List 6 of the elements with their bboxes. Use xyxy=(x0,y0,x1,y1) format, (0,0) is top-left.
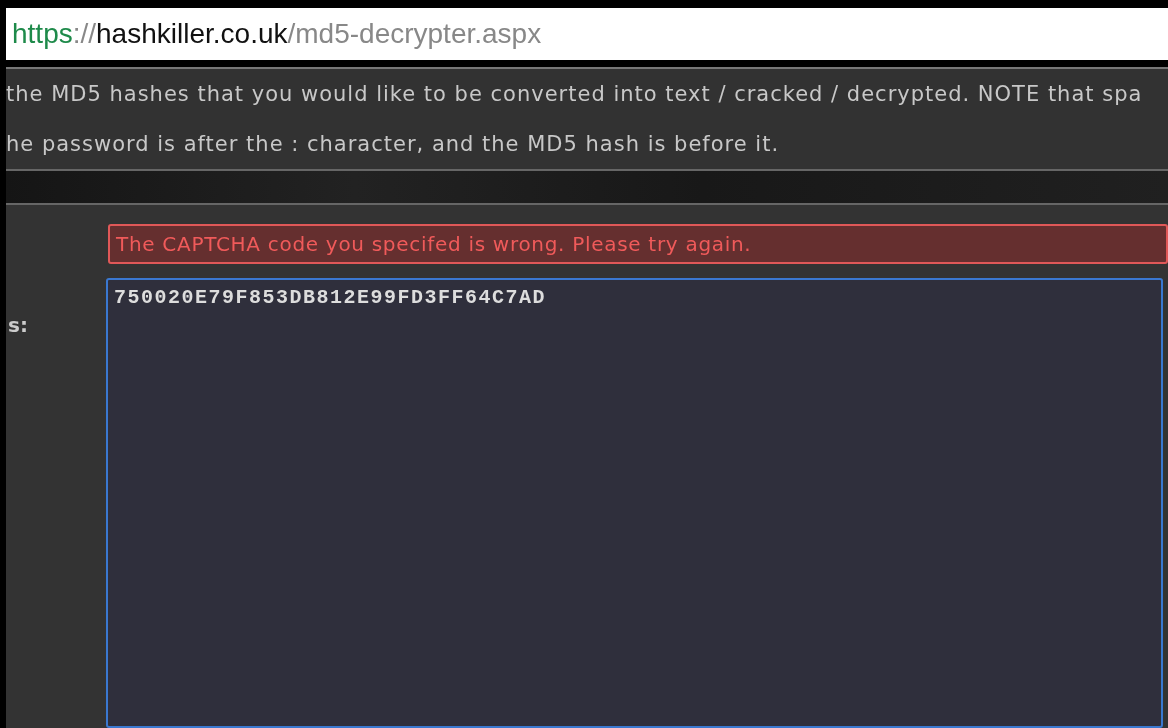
hash-input-field[interactable]: 750020E79F853DB812E99FD3FF64C7AD xyxy=(106,278,1163,728)
instruction-text: he password is after the : character, and the MD5 hash is before it. xyxy=(6,131,781,158)
error-message: The CAPTCHA code you specifed is wrong. Please try again. xyxy=(108,224,1168,264)
address-bar[interactable]: https://hashkiller.co.uk/md5-decrypter.aspx xyxy=(6,8,1168,60)
instruction-text: the MD5 hashes that you would like to be converted into text / cracked / decrypted. NOTE that spa xyxy=(6,81,1144,108)
field-label: s: xyxy=(7,313,28,337)
